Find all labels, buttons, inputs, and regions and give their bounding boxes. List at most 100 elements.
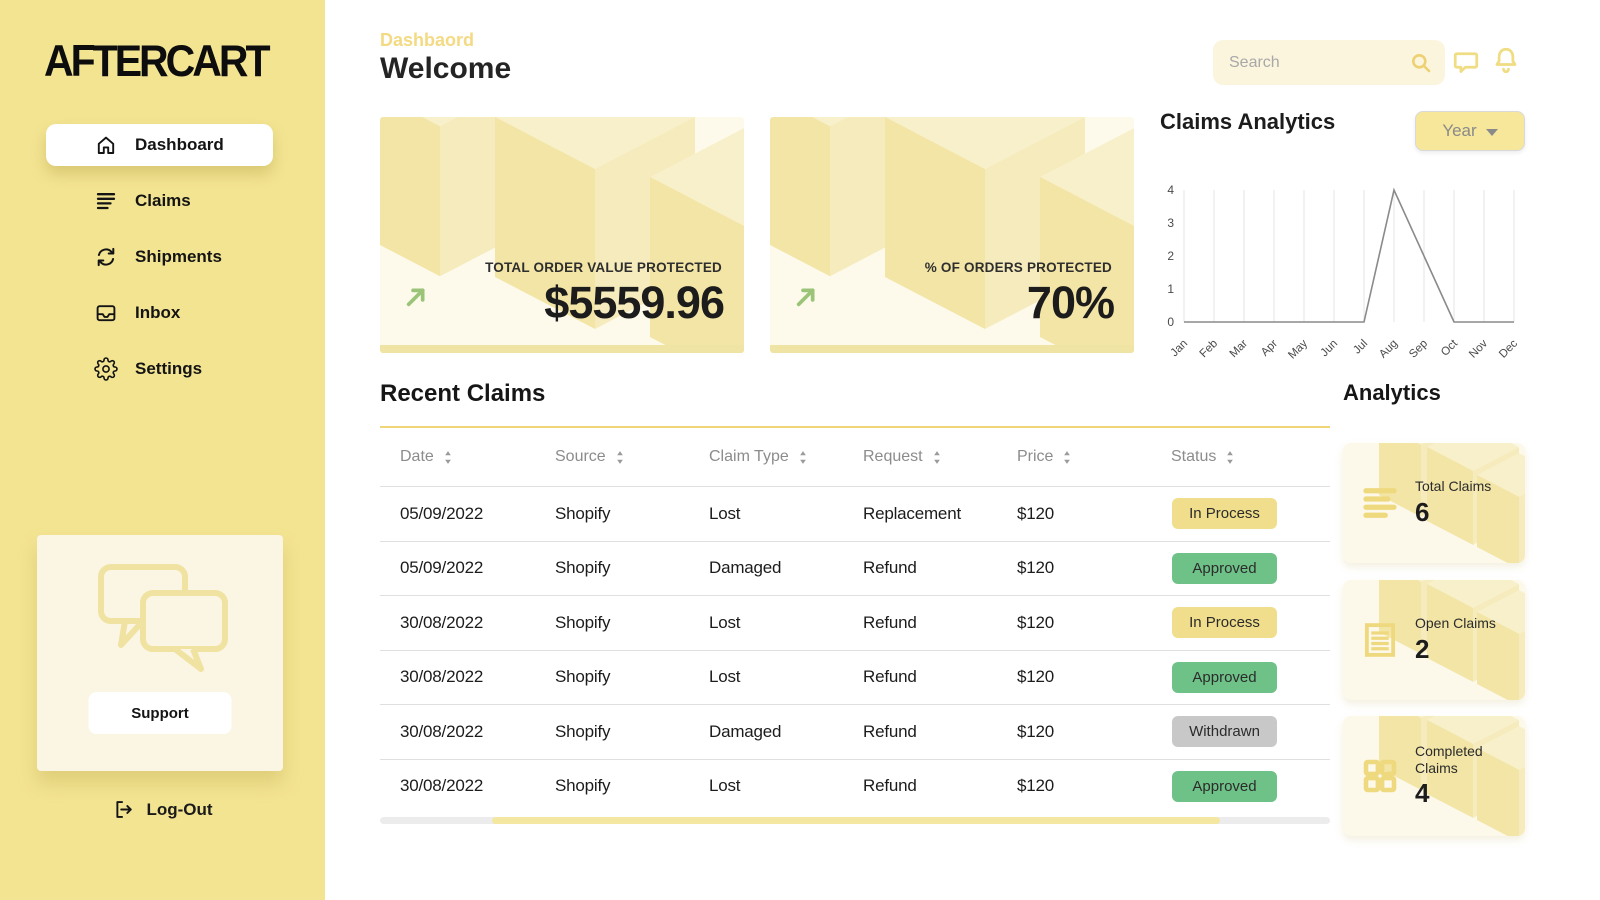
status-badge: In Process — [1172, 607, 1277, 638]
table-row[interactable]: 05/09/2022ShopifyDamagedRefund$120Approv… — [380, 541, 1330, 596]
app-logo: AFTERCART — [44, 36, 268, 87]
cell-request: Refund — [843, 613, 997, 633]
cell-claim_type: Damaged — [689, 558, 843, 578]
cell-claim_type: Lost — [689, 504, 843, 524]
sidebar-item-claims[interactable]: Claims — [46, 180, 273, 222]
stat-label: % OF ORDERS PROTECTED — [925, 260, 1112, 275]
trend-up-icon — [400, 281, 432, 313]
analytics-card-total-claims: Total Claims6 — [1343, 443, 1525, 563]
table-row[interactable]: 30/08/2022ShopifyLostRefund$120Approved — [380, 650, 1330, 705]
column-label: Date — [400, 448, 434, 466]
cell-source: Shopify — [535, 613, 689, 633]
logout-icon — [112, 798, 135, 821]
column-header-claim-type[interactable]: Claim Type — [689, 448, 843, 466]
svg-text:2: 2 — [1167, 249, 1174, 263]
table-row[interactable]: 30/08/2022ShopifyLostRefund$120In Proces… — [380, 595, 1330, 650]
recent-claims-table: Date Source Claim Type RequestPriceStatus 0… — [380, 428, 1330, 813]
table-row[interactable]: 30/08/2022ShopifyDamagedRefund$120Withdr… — [380, 704, 1330, 759]
stat-value: 70% — [1027, 277, 1114, 329]
column-header-status[interactable]: Status — [1151, 448, 1330, 466]
stat-value: $5559.96 — [544, 277, 724, 329]
claims-analytics-title: Claims Analytics — [1160, 109, 1335, 135]
cell-price: $120 — [997, 613, 1151, 633]
svg-text:Apr: Apr — [1259, 338, 1280, 359]
settings-icon — [94, 357, 118, 381]
search-icon[interactable] — [1409, 51, 1433, 75]
analytics-card-label: Open Claims — [1415, 615, 1496, 632]
status-badge: Approved — [1172, 553, 1277, 584]
cell-claim_type: Lost — [689, 667, 843, 687]
table-header-row: Date Source Claim Type RequestPriceStatus — [380, 428, 1330, 486]
sort-icon — [1225, 450, 1235, 465]
analytics-card-value: 6 — [1415, 497, 1491, 528]
column-header-source[interactable]: Source — [535, 448, 689, 466]
column-header-request[interactable]: Request — [843, 448, 997, 466]
status-badge: In Process — [1172, 498, 1277, 529]
svg-text:Mar: Mar — [1228, 338, 1251, 361]
cell-date: 05/09/2022 — [380, 504, 535, 524]
cell-source: Shopify — [535, 504, 689, 524]
table-row[interactable]: 05/09/2022ShopifyLostReplacement$120In P… — [380, 486, 1330, 541]
sidebar-item-settings[interactable]: Settings — [46, 348, 273, 390]
column-label: Claim Type — [709, 448, 789, 466]
sidebar-nav: Dashboard Claims Shipments Inbox Settings — [46, 124, 273, 404]
sidebar-item-label: Shipments — [135, 247, 222, 267]
sidebar-item-label: Dashboard — [135, 135, 224, 155]
svg-text:Sep: Sep — [1407, 338, 1430, 361]
chevron-down-icon — [1486, 129, 1498, 136]
cell-request: Refund — [843, 722, 997, 742]
svg-text:Oct: Oct — [1439, 337, 1461, 359]
claims-icon — [94, 189, 118, 213]
status-badge: Approved — [1172, 662, 1277, 693]
cell-source: Shopify — [535, 667, 689, 687]
grid-icon — [1359, 755, 1401, 797]
sidebar-item-inbox[interactable]: Inbox — [46, 292, 273, 334]
doc-icon — [1359, 619, 1401, 661]
notifications-icon[interactable] — [1491, 45, 1521, 75]
svg-text:4: 4 — [1167, 183, 1174, 197]
cell-date: 05/09/2022 — [380, 558, 535, 578]
sort-icon — [443, 450, 453, 465]
messages-icon[interactable] — [1451, 47, 1481, 77]
svg-text:3: 3 — [1167, 216, 1174, 230]
card-accent-strip — [380, 345, 744, 353]
sort-icon — [798, 450, 808, 465]
sort-icon — [1062, 450, 1072, 465]
svg-text:Nov: Nov — [1467, 337, 1490, 360]
logout-label: Log-Out — [146, 800, 212, 820]
search-input[interactable] — [1229, 54, 1409, 72]
range-select-button[interactable]: Year — [1415, 111, 1525, 151]
table-body: 05/09/2022ShopifyLostReplacement$120In P… — [380, 486, 1330, 813]
horizontal-scrollbar[interactable] — [380, 817, 1330, 824]
sidebar-item-dashboard[interactable]: Dashboard — [46, 124, 273, 166]
analytics-card-completed-claims: Completed Claims4 — [1343, 716, 1525, 836]
sidebar-item-shipments[interactable]: Shipments — [46, 236, 273, 278]
column-header-date[interactable]: Date — [380, 448, 535, 466]
search-box — [1213, 40, 1445, 85]
support-button[interactable]: Support — [89, 692, 232, 734]
cell-date: 30/08/2022 — [380, 613, 535, 633]
card-accent-strip — [770, 345, 1134, 353]
breadcrumb: Dashbaord — [380, 30, 474, 51]
stat-label: TOTAL ORDER VALUE PROTECTED — [485, 260, 722, 275]
sidebar-item-label: Settings — [135, 359, 202, 379]
support-card: Support — [37, 535, 283, 771]
cell-price: $120 — [997, 667, 1151, 687]
stat-card-order-value: TOTAL ORDER VALUE PROTECTED $5559.96 — [380, 117, 744, 353]
cell-price: $120 — [997, 558, 1151, 578]
recent-claims-title: Recent Claims — [380, 380, 545, 408]
analytics-card-open-claims: Open Claims 2 — [1343, 580, 1525, 700]
scrollbar-thumb[interactable] — [492, 817, 1220, 824]
table-row[interactable]: 30/08/2022ShopifyLostRefund$120Approved — [380, 759, 1330, 814]
sidebar-item-label: Claims — [135, 191, 191, 211]
cell-source: Shopify — [535, 776, 689, 796]
range-select-label: Year — [1442, 121, 1476, 141]
cell-price: $120 — [997, 722, 1151, 742]
cell-source: Shopify — [535, 558, 689, 578]
analytics-card-value: 2 — [1415, 634, 1496, 665]
app: AFTERCART Dashboard Claims Shipments Inbox S… — [0, 0, 1600, 900]
column-header-price[interactable]: Price — [997, 448, 1151, 466]
sort-icon — [932, 450, 942, 465]
cell-claim_type: Damaged — [689, 722, 843, 742]
logout-button[interactable]: Log-Out — [0, 798, 325, 821]
